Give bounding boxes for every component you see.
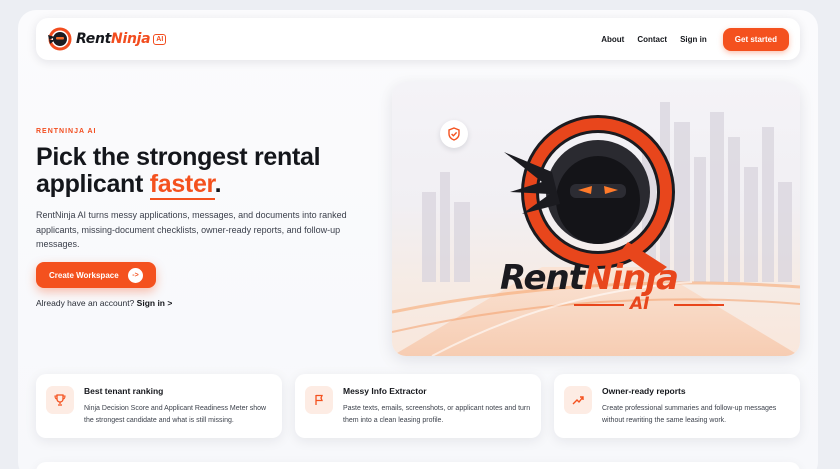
brand-ai-badge: AI: [153, 33, 167, 45]
trend-up-icon: [564, 386, 592, 414]
create-workspace-button[interactable]: Create Workspace ->: [36, 262, 156, 288]
feature-card-reports: Owner-ready reports Create professional …: [554, 374, 800, 438]
feature-card-extractor: Messy Info Extractor Paste texts, emails…: [295, 374, 541, 438]
create-workspace-label: Create Workspace: [49, 270, 119, 280]
feature-desc: Create professional summaries and follow…: [602, 405, 777, 424]
hero-ai-divider: [574, 304, 724, 306]
hero-eyebrow: RENTNINJA AI: [36, 128, 97, 135]
hero-brand-wordmark: RentNinja: [500, 258, 679, 298]
trophy-icon: [46, 386, 74, 414]
ninja-logo-icon: [46, 26, 72, 52]
top-nav: RentNinja AI About Contact Sign in Get s…: [36, 18, 800, 60]
next-section-card: [36, 462, 800, 469]
get-started-button[interactable]: Get started: [722, 27, 789, 51]
feature-cards: Best tenant ranking Ninja Decision Score…: [36, 374, 800, 438]
nav-link-contact[interactable]: Contact: [637, 35, 667, 44]
nav-link-about[interactable]: About: [601, 35, 624, 44]
nav-links: About Contact Sign in Get started: [601, 27, 800, 51]
hero-subtext: RentNinja AI turns messy applications, m…: [36, 210, 347, 249]
feature-title: Best tenant ranking: [84, 386, 164, 396]
signin-prompt-line: Already have an account? Sign in >: [36, 298, 172, 308]
arrow-right-icon: ->: [128, 267, 143, 283]
hero-brand-ninja: Ninja: [584, 258, 679, 298]
flag-icon: [305, 386, 333, 414]
signin-prompt: Already have an account?: [36, 298, 135, 308]
brand-name-ninja: Ninja: [111, 31, 151, 47]
signin-link[interactable]: Sign in >: [137, 298, 173, 308]
hero-brand-rent: Rent: [500, 258, 585, 298]
headline-accent: faster: [149, 170, 215, 200]
feature-title: Owner-ready reports: [602, 386, 686, 396]
feature-desc: Paste texts, emails, screenshots, or app…: [343, 405, 531, 424]
nav-link-sign-in[interactable]: Sign in: [680, 35, 707, 44]
feature-card-ranking: Best tenant ranking Ninja Decision Score…: [36, 374, 282, 438]
brand-name: RentNinja: [76, 31, 151, 47]
headline-period: .: [214, 170, 222, 198]
feature-desc: Ninja Decision Score and Applicant Readi…: [84, 405, 267, 424]
feature-title: Messy Info Extractor: [343, 386, 427, 396]
brand-logo[interactable]: RentNinja AI: [46, 26, 167, 52]
hero-image: RentNinja AI: [392, 82, 800, 356]
shield-check-icon: [440, 120, 468, 148]
landing-page: RentNinja AI About Contact Sign in Get s…: [18, 10, 818, 469]
brand-name-rent: Rent: [76, 31, 112, 47]
hero-headline: Pick the strongest rental applicant fast…: [36, 144, 376, 200]
